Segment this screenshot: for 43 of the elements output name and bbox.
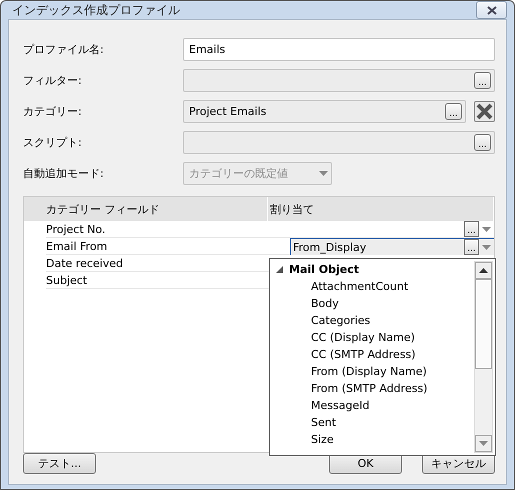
assignment-cell[interactable]: ... — [290, 221, 494, 237]
column-header[interactable]: カテゴリー フィールド — [24, 197, 268, 221]
window-title: インデックス作成プロファイル — [12, 2, 180, 18]
caret-up-icon[interactable] — [479, 268, 488, 273]
input-field[interactable]: ... — [183, 131, 495, 154]
assignment-cell[interactable]: From_Display ... — [290, 238, 494, 255]
field-label: フィルター: — [23, 73, 83, 88]
field-label: カテゴリー: — [23, 104, 83, 119]
list-item[interactable]: MessageId — [276, 397, 472, 414]
close-button[interactable] — [476, 1, 507, 19]
list-item[interactable]: Sent — [276, 414, 472, 431]
list-item[interactable]: AttachmentCount — [276, 278, 472, 295]
field-label: スクリプト: — [23, 135, 83, 150]
input-field[interactable]: ... — [183, 69, 495, 92]
table-cell-text: Date received — [46, 256, 123, 271]
list-item[interactable]: CC (SMTP Address) — [276, 346, 472, 363]
browse-button[interactable]: ... — [464, 221, 479, 237]
table-cell-text: Email From — [46, 239, 108, 255]
tree-group-label[interactable]: Mail Object — [289, 263, 359, 276]
input-field[interactable]: Emails — [183, 38, 495, 61]
browse-button[interactable]: ... — [464, 239, 479, 255]
dropdown-arrow-icon[interactable] — [482, 226, 491, 232]
test-button[interactable]: テスト... — [23, 453, 96, 474]
field-label: プロファイル名: — [23, 42, 105, 57]
list-item[interactable]: From (Display Name) — [276, 363, 472, 380]
dropdown-arrow-icon[interactable] — [482, 244, 491, 250]
table-cell-text: Subject — [46, 272, 88, 288]
input-field[interactable]: Project Emails ... — [183, 100, 466, 123]
field-label: 自動追加モード: — [23, 166, 105, 181]
caret-down-icon[interactable] — [479, 441, 488, 446]
list-item[interactable]: Categories — [276, 312, 472, 329]
table-cell-text: Project No. — [46, 222, 106, 237]
expander-icon[interactable] — [276, 266, 283, 273]
list-item[interactable]: CC (Display Name) — [276, 329, 472, 346]
list-item[interactable]: Size — [276, 431, 472, 448]
browse-button[interactable]: ... — [474, 134, 491, 151]
scrollbar[interactable] — [474, 261, 493, 453]
clear-button[interactable] — [474, 101, 495, 122]
list-item[interactable]: Body — [276, 295, 472, 312]
browse-button[interactable]: ... — [474, 72, 491, 89]
list-item[interactable]: From (SMTP Address) — [276, 380, 472, 397]
browse-button[interactable]: ... — [445, 103, 462, 120]
close-icon — [486, 6, 498, 14]
